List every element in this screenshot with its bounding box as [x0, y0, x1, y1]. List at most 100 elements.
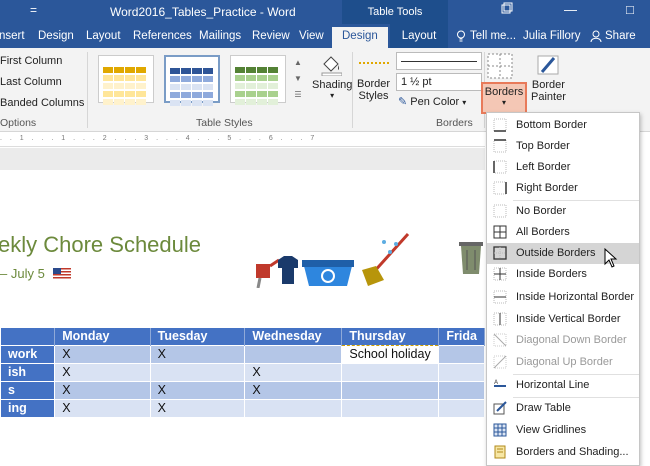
- no-border-icon: [493, 204, 507, 218]
- border-styles-button[interactable]: Border Styles: [357, 56, 390, 102]
- tab-review[interactable]: Review: [252, 30, 290, 42]
- table-cell[interactable]: [149, 362, 246, 382]
- menu-item-label: All Borders: [516, 226, 570, 238]
- menu-item-view-gridlines[interactable]: View Gridlines: [487, 420, 639, 441]
- recycle-bin-icon: [300, 252, 356, 297]
- menu-item-inside-vertical-border[interactable]: Inside Vertical Border: [487, 309, 639, 330]
- horizontal-line-icon: A: [493, 378, 507, 392]
- shading-button[interactable]: Shading ▾: [312, 54, 352, 100]
- table-cell[interactable]: X: [149, 398, 246, 418]
- word-window: = Word2016_Tables_Practice - Word Table …: [0, 0, 650, 466]
- restore-icon[interactable]: [501, 2, 513, 17]
- line-style-combo[interactable]: [396, 52, 482, 70]
- header-cell[interactable]: Thursday: [341, 328, 440, 345]
- tab-design[interactable]: Design: [38, 30, 74, 42]
- border-painter-button[interactable]: Border Painter: [531, 54, 566, 103]
- table-cell[interactable]: [341, 398, 440, 418]
- header-cell[interactable]: Monday: [54, 328, 151, 345]
- table-cell[interactable]: X: [149, 344, 246, 364]
- row-header-cell[interactable]: s: [0, 380, 56, 400]
- tab-table-design[interactable]: Design: [332, 27, 388, 48]
- header-cell[interactable]: Wednesday: [244, 328, 343, 345]
- user-name[interactable]: Julia Fillory: [523, 30, 581, 42]
- table-cell[interactable]: [438, 362, 485, 382]
- menu-item-right-border[interactable]: Right Border: [487, 178, 639, 199]
- menu-item-inside-horizontal-border[interactable]: Inside Horizontal Border: [487, 287, 639, 308]
- table-style-green[interactable]: [230, 55, 286, 105]
- menu-item-label: Borders and Shading...: [516, 446, 629, 458]
- table-cell[interactable]: [438, 344, 485, 364]
- table-cell[interactable]: X: [54, 362, 151, 382]
- line-weight-combo[interactable]: 1 ½ pt: [396, 73, 482, 91]
- menu-item-borders-and-shading[interactable]: Borders and Shading...: [487, 442, 639, 463]
- menu-item-label: Inside Horizontal Border: [516, 291, 635, 303]
- pen-icon: ✎: [398, 96, 408, 108]
- table-cell[interactable]: X: [244, 380, 343, 400]
- menu-item-label: Top Border: [516, 140, 570, 152]
- first-column-checkbox[interactable]: First Column: [0, 55, 62, 67]
- mouse-cursor-icon: [604, 247, 618, 273]
- menu-item-no-border[interactable]: No Border: [487, 201, 639, 222]
- pen-color-button[interactable]: ✎ Pen Color ▾: [398, 95, 466, 108]
- menu-item-label: View Gridlines: [516, 424, 587, 436]
- tab-mailings[interactable]: Mailings: [199, 30, 241, 42]
- trash-can-icon: [455, 236, 487, 281]
- menu-item-draw-table[interactable]: Draw Table: [487, 398, 639, 419]
- tab-insert[interactable]: nsert: [0, 30, 25, 42]
- tab-table-layout[interactable]: Layout: [390, 24, 448, 48]
- borders-button-label: Borders: [484, 86, 524, 98]
- table-cell[interactable]: X: [54, 398, 151, 418]
- table-cell[interactable]: [244, 398, 343, 418]
- pen-color-label: Pen Color: [410, 96, 460, 108]
- menu-item-label: Outside Borders: [516, 247, 596, 259]
- banded-columns-checkbox[interactable]: Banded Columns: [0, 97, 84, 109]
- gallery-scroll[interactable]: ▲ ▼ ☰: [292, 55, 304, 103]
- table-cell-selected[interactable]: School holiday: [341, 344, 440, 364]
- borders-icon: [486, 52, 514, 83]
- table-row: ish X X: [0, 362, 485, 382]
- tab-layout[interactable]: Layout: [86, 30, 121, 42]
- table-cell[interactable]: X: [149, 380, 246, 400]
- border-painter-label-1: Border: [531, 79, 565, 91]
- borders-dropdown-button[interactable]: Borders ▾: [481, 82, 527, 114]
- menu-item-all-borders[interactable]: All Borders: [487, 222, 639, 243]
- draw-table-icon: [493, 401, 507, 415]
- table-style-yellow[interactable]: [98, 55, 154, 105]
- lightbulb-icon: [456, 30, 466, 45]
- menu-item-horizontal-line[interactable]: A Horizontal Line: [487, 375, 639, 396]
- table-row: work X X School holiday: [0, 344, 485, 364]
- table-cell[interactable]: [341, 380, 440, 400]
- table-cell[interactable]: X: [54, 344, 151, 364]
- minimize-button[interactable]: —: [564, 2, 577, 17]
- right-border-icon: [493, 181, 507, 195]
- menu-item-label: No Border: [516, 205, 567, 217]
- table-cell[interactable]: X: [54, 380, 151, 400]
- chore-schedule-table[interactable]: Monday Tuesday Wednesday Thursday Frida …: [0, 328, 485, 418]
- table-cell[interactable]: [341, 362, 440, 382]
- maximize-button[interactable]: □: [626, 2, 634, 17]
- last-column-checkbox[interactable]: Last Column: [0, 76, 62, 88]
- row-header-cell[interactable]: ing: [0, 398, 56, 418]
- quick-access-toolbar[interactable]: =: [30, 3, 37, 17]
- table-cell[interactable]: X: [244, 362, 343, 382]
- table-cell[interactable]: [244, 344, 343, 364]
- row-header-cell[interactable]: work: [0, 344, 56, 364]
- tab-references[interactable]: References: [133, 30, 192, 42]
- table-header-row: Monday Tuesday Wednesday Thursday Frida: [0, 328, 485, 345]
- share-button[interactable]: Share: [605, 30, 636, 42]
- menu-item-label: Bottom Border: [516, 119, 587, 131]
- row-header-cell[interactable]: ish: [0, 362, 56, 382]
- table-style-blue[interactable]: [164, 55, 220, 106]
- menu-item-top-border[interactable]: Top Border: [487, 136, 639, 157]
- header-cell[interactable]: [0, 328, 56, 345]
- menu-item-bottom-border[interactable]: Bottom Border: [487, 115, 639, 136]
- header-cell[interactable]: Frida: [438, 328, 485, 345]
- menu-item-left-border[interactable]: Left Border: [487, 157, 639, 178]
- tell-me-search[interactable]: Tell me...: [470, 30, 516, 42]
- tab-view[interactable]: View: [299, 30, 324, 42]
- table-cell[interactable]: [438, 398, 485, 418]
- chevron-down-icon: ▾: [501, 98, 506, 107]
- table-cell[interactable]: [438, 380, 485, 400]
- header-cell[interactable]: Tuesday: [150, 328, 246, 345]
- horizontal-ruler: . . 1 . . . 1 . . . 2 . . . 3 . . . 4 . …: [0, 133, 485, 147]
